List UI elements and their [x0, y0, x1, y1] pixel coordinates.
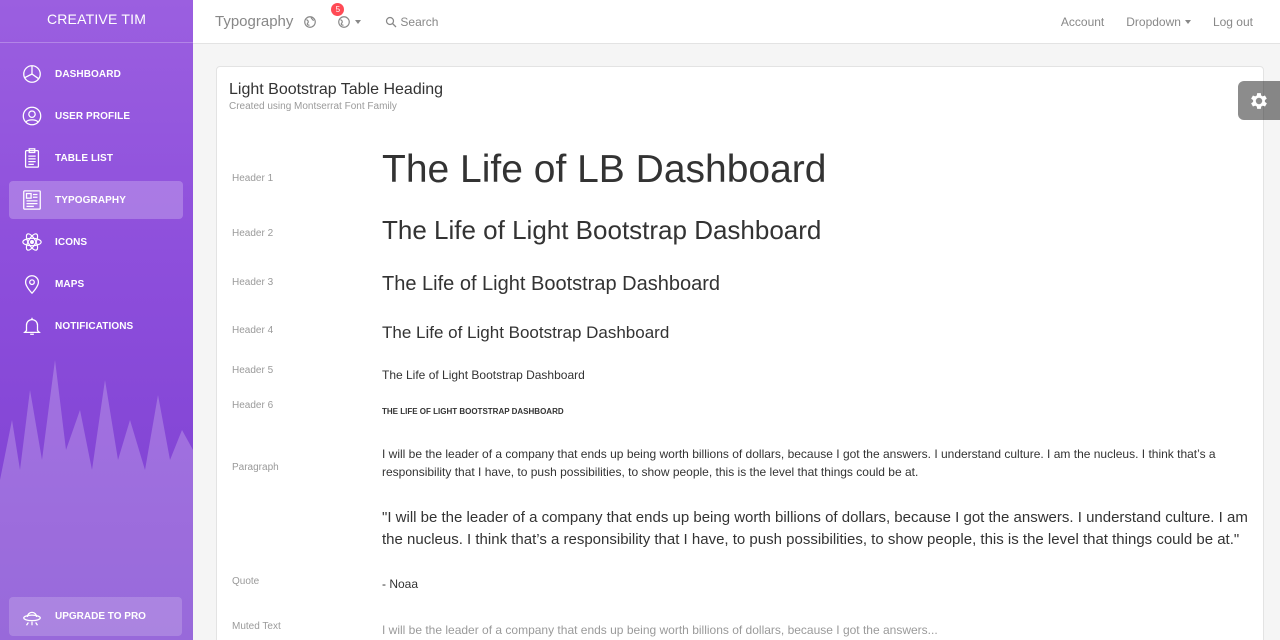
sidebar-item-label: NOTIFICATIONS [55, 320, 134, 332]
rocket-ufo-icon [21, 606, 43, 628]
quote-label: Quote [232, 576, 260, 587]
dropdown-toggle[interactable]: Dropdown [1126, 15, 1191, 29]
sidebar-item-label: TABLE LIST [55, 152, 114, 164]
card-subtitle: Created using Montserrat Font Family [229, 101, 397, 112]
topbar-right-links: Account Dropdown Log out [1039, 15, 1253, 29]
sidebar: CREATIVE TIM DASHBOARD USER PROFILE TABL… [0, 0, 193, 640]
sidebar-item-notifications[interactable]: NOTIFICATIONS [9, 307, 183, 345]
logout-link[interactable]: Log out [1213, 15, 1253, 29]
blockquote-text: "I will be the leader of a company that … [382, 509, 1248, 548]
blockquote-author: - Noaa [382, 577, 419, 591]
header-1-sample: The Life of LB Dashboard [382, 148, 827, 191]
globe-icon[interactable] [303, 15, 317, 29]
header-5-sample: The Life of Light Bootstrap Dashboard [382, 368, 585, 382]
bell-icon [21, 315, 43, 337]
search-link[interactable]: Search [385, 15, 438, 29]
chevron-down-icon [355, 19, 362, 24]
page-title[interactable]: Typography [215, 13, 293, 30]
typography-card: Light Bootstrap Table Heading Created us… [216, 66, 1264, 640]
atom-icon [21, 231, 43, 253]
search-icon [386, 16, 397, 27]
sidebar-nav: DASHBOARD USER PROFILE TABLE LIST TYPOGR… [0, 55, 193, 345]
sidebar-item-label: TYPOGRAPHY [55, 194, 127, 206]
sidebar-item-typography[interactable]: TYPOGRAPHY [9, 181, 183, 219]
dropdown-label: Dropdown [1126, 14, 1181, 29]
account-link[interactable]: Account [1061, 15, 1104, 29]
header-3-label: Header 3 [232, 277, 274, 288]
header-2-label: Header 2 [232, 228, 274, 239]
header-1-label: Header 1 [232, 173, 274, 184]
sidebar-item-label: USER PROFILE [55, 110, 131, 122]
top-navbar: Typography 5 Search Account Dropdown Log… [193, 0, 1280, 44]
notification-count-badge: 5 [331, 2, 345, 16]
header-2-sample: The Life of Light Bootstrap Dashboard [382, 215, 822, 245]
sidebar-item-dashboard[interactable]: DASHBOARD [9, 55, 183, 93]
sidebar-item-user-profile[interactable]: USER PROFILE [9, 97, 183, 135]
card-title: Light Bootstrap Table Heading [229, 81, 444, 98]
map-pin-icon [21, 273, 43, 295]
sidebar-item-table-list[interactable]: TABLE LIST [9, 139, 183, 177]
sidebar-item-icons[interactable]: ICONS [9, 223, 183, 261]
upgrade-to-pro-button[interactable]: UPGRADE TO PRO [9, 597, 182, 636]
paragraph-sample: I will be the leader of a company that e… [382, 447, 1216, 479]
sidebar-item-label: MAPS [55, 278, 85, 290]
upgrade-label: UPGRADE TO PRO [55, 611, 146, 622]
header-5-label: Header 5 [232, 365, 274, 376]
gear-icon [1251, 92, 1267, 109]
header-6-sample: THE LIFE OF LIGHT BOOTSTRAP DASHBOARD [382, 407, 564, 416]
muted-text-sample: I will be the leader of a company that e… [382, 623, 938, 637]
clipboard-icon [21, 147, 43, 169]
paragraph-label: Paragraph [232, 462, 279, 473]
notifications-dropdown[interactable]: 5 [331, 2, 362, 29]
header-4-sample: The Life of Light Bootstrap Dashboard [382, 323, 670, 342]
header-6-label: Header 6 [232, 400, 274, 411]
brand-logo-text[interactable]: CREATIVE TIM [0, 0, 193, 43]
settings-plugin-toggle[interactable] [1238, 81, 1280, 120]
header-3-sample: The Life of Light Bootstrap Dashboard [382, 273, 720, 295]
chevron-down-icon [1184, 20, 1191, 25]
muted-text-label: Muted Text [232, 621, 281, 632]
paper-layout-icon [21, 189, 43, 211]
forest-background-image [0, 360, 193, 640]
sidebar-item-maps[interactable]: MAPS [9, 265, 183, 303]
header-4-label: Header 4 [232, 325, 274, 336]
sidebar-item-label: DASHBOARD [55, 68, 121, 80]
search-label: Search [400, 14, 439, 29]
chart-pie-icon [21, 63, 43, 85]
user-circle-icon [21, 105, 43, 127]
notification-globe-icon [338, 15, 351, 28]
sidebar-item-label: ICONS [55, 236, 88, 248]
